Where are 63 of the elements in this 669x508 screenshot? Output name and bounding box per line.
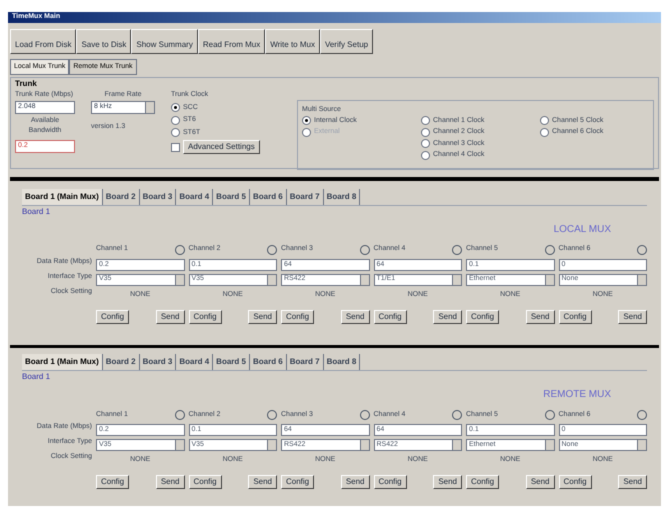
board-tab[interactable]: Board 5: [213, 188, 250, 204]
radio-button[interactable]: [421, 150, 430, 160]
radio-button[interactable]: [421, 116, 430, 126]
radio-button[interactable]: [421, 139, 430, 148]
board-tab[interactable]: Board 6: [250, 188, 287, 204]
mux-label: REMOTE MUX: [543, 388, 611, 402]
board-tab[interactable]: Board 8: [324, 188, 360, 204]
advanced-settings-button[interactable]: Advanced Settings: [183, 140, 260, 154]
board-tab[interactable]: Board 6: [250, 354, 287, 370]
board-tab[interactable]: Board 7: [286, 188, 324, 204]
send-button[interactable]: Send: [618, 475, 647, 489]
board-tab[interactable]: Board 5: [213, 354, 250, 370]
send-button[interactable]: Send: [526, 310, 554, 324]
send-button[interactable]: Send: [340, 475, 370, 489]
config-button[interactable]: Config: [96, 310, 130, 324]
config-button[interactable]: Config: [96, 475, 130, 489]
radio-button[interactable]: [302, 116, 311, 126]
group-title: Trunk: [15, 78, 38, 90]
config-button[interactable]: Config: [466, 310, 500, 324]
board-tab[interactable]: Board 2: [102, 354, 140, 370]
toolbar-button[interactable]: Load From Disk: [10, 28, 76, 54]
toolbar-button[interactable]: Save to Disk: [76, 28, 132, 54]
radio-button[interactable]: [171, 128, 180, 138]
toolbar-button[interactable]: Show Summary: [131, 28, 198, 54]
send-button[interactable]: Send: [433, 310, 462, 324]
send-button[interactable]: Send: [156, 475, 184, 489]
config-button[interactable]: Config: [281, 475, 314, 489]
send-button[interactable]: Send: [248, 475, 277, 489]
radio-button[interactable]: [421, 128, 430, 137]
board-label: Board 1: [22, 206, 50, 218]
config-button[interactable]: Config: [466, 475, 500, 489]
toolbar-button[interactable]: Verify Setup: [320, 28, 374, 54]
radio-button[interactable]: [171, 103, 180, 112]
toolbar-button[interactable]: Write to Mux: [265, 28, 320, 54]
board-label: Board 1: [22, 371, 50, 383]
send-button[interactable]: Send: [618, 310, 647, 324]
radio-button[interactable]: [171, 116, 180, 125]
board-tab[interactable]: Board 1 (Main Mux): [22, 354, 103, 370]
checkbox[interactable]: [171, 142, 180, 152]
board-tab[interactable]: Board 3: [140, 354, 176, 370]
board-tab[interactable]: Board 1 (Main Mux): [22, 188, 103, 204]
board-tab[interactable]: Board 3: [140, 188, 176, 204]
mux-label: LOCAL MUX: [554, 222, 611, 236]
board-tab[interactable]: Board 7: [286, 354, 324, 370]
board-tab[interactable]: Board 8: [324, 354, 360, 370]
config-button[interactable]: Config: [188, 310, 222, 324]
config-button[interactable]: Config: [281, 310, 314, 324]
send-button[interactable]: Send: [248, 310, 277, 324]
send-button[interactable]: Send: [156, 310, 184, 324]
config-button[interactable]: Config: [558, 475, 592, 489]
radio-button[interactable]: [540, 128, 549, 137]
board-tab[interactable]: Board 4: [176, 188, 214, 204]
send-button[interactable]: Send: [340, 310, 370, 324]
board-tab[interactable]: Board 4: [176, 354, 214, 370]
config-button[interactable]: Config: [558, 310, 592, 324]
send-button[interactable]: Send: [433, 475, 462, 489]
board-tab[interactable]: Board 2: [102, 188, 140, 204]
toolbar-button[interactable]: Read From Mux: [198, 28, 266, 54]
send-button[interactable]: Send: [526, 475, 554, 489]
config-button[interactable]: Config: [374, 310, 407, 324]
radio-button[interactable]: [540, 116, 549, 126]
config-button[interactable]: Config: [374, 475, 407, 489]
config-button[interactable]: Config: [188, 475, 222, 489]
